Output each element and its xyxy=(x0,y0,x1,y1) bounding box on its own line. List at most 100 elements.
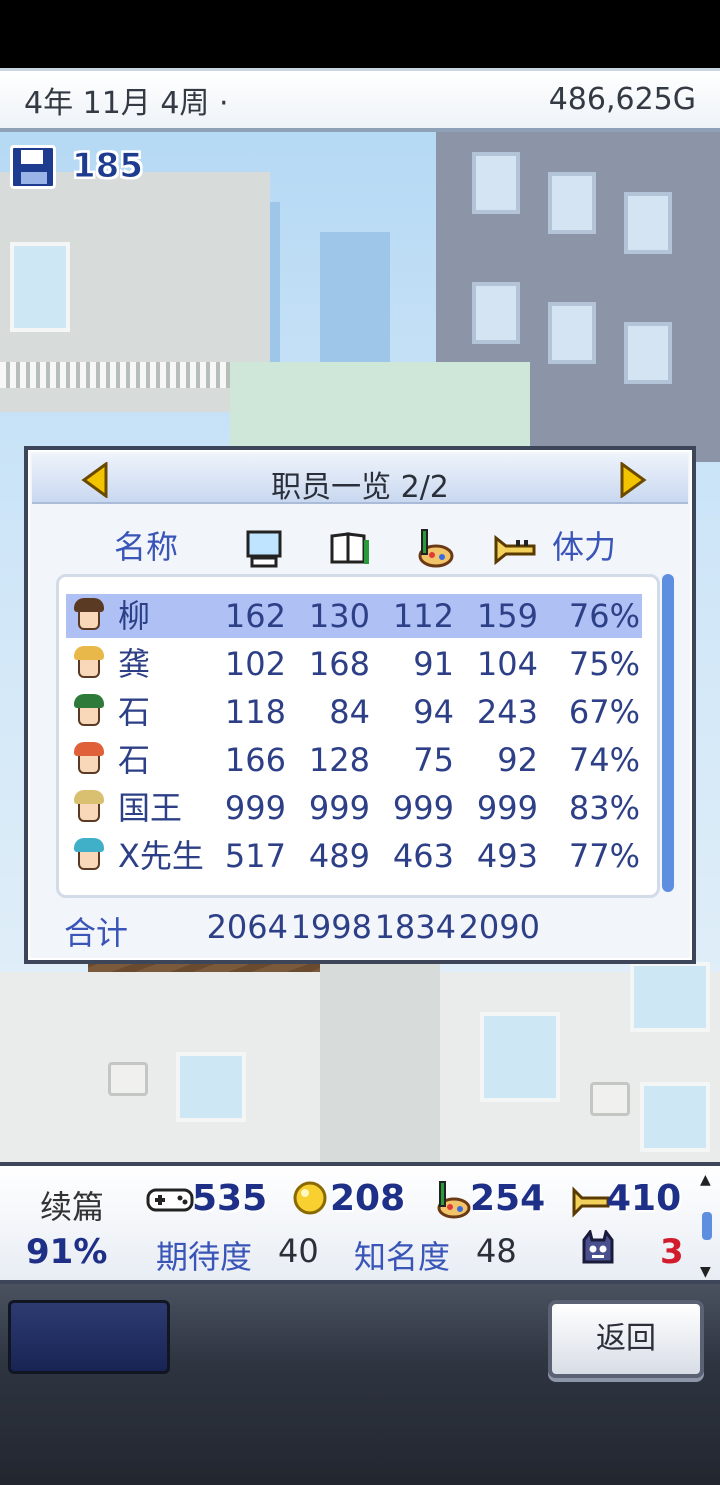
staff-row[interactable]: 龚 102 168 91 104 75% xyxy=(66,642,642,686)
creativity-value: 208 xyxy=(330,1178,406,1219)
footer-bar: 返回 xyxy=(0,1284,720,1485)
staff-avatar xyxy=(70,692,108,732)
staff-name: 龚 xyxy=(118,645,151,683)
stat-graphics: 463 xyxy=(392,837,454,875)
panel-title: 职员一览 2/2 xyxy=(271,470,449,505)
stat-programming: 118 xyxy=(224,693,286,731)
stat-stamina: 83% xyxy=(568,789,640,827)
menu-slot-button[interactable] xyxy=(8,1300,170,1374)
stat-scenario: 489 xyxy=(308,837,370,875)
info-scrollbar[interactable]: ▲ ▼ xyxy=(698,1172,714,1280)
staff-list-panel: 职员一览 2/2 名称 体力 柳 162 130 112 159 76% 龚 1… xyxy=(24,446,696,964)
air-conditioner xyxy=(108,1062,148,1096)
air-conditioner xyxy=(590,1082,630,1116)
expectation-label: 期待度 xyxy=(156,1238,253,1276)
staff-name: 柳 xyxy=(118,597,151,635)
bug-count: 3 xyxy=(660,1232,684,1272)
paint-brush-icon[interactable] xyxy=(412,526,456,570)
next-page-arrow-icon[interactable] xyxy=(618,462,648,498)
scroll-up-arrow-icon[interactable]: ▲ xyxy=(700,1172,711,1188)
column-header-stamina[interactable]: 体力 xyxy=(552,522,616,572)
stat-stamina: 76% xyxy=(568,597,640,635)
stat-sound: 104 xyxy=(476,645,538,683)
info-scroll-thumb[interactable] xyxy=(702,1212,712,1240)
building-window xyxy=(640,1082,710,1152)
stat-sound: 999 xyxy=(476,789,538,827)
column-header-name[interactable]: 名称 xyxy=(114,522,178,572)
staff-avatar xyxy=(70,836,108,876)
save-count: 185 xyxy=(72,146,144,187)
stat-scenario: 168 xyxy=(308,645,370,683)
list-scrollbar-thumb[interactable] xyxy=(662,574,674,892)
stat-graphics: 999 xyxy=(392,789,454,827)
staff-name: 石 xyxy=(118,741,151,779)
game-date: 4年 11月 4周 · xyxy=(24,85,229,121)
stat-programming: 102 xyxy=(224,645,286,683)
stat-scenario: 128 xyxy=(308,741,370,779)
staff-avatar xyxy=(70,596,108,636)
stat-graphics: 94 xyxy=(413,693,454,731)
building-column xyxy=(320,962,440,1162)
stat-sound: 493 xyxy=(476,837,538,875)
stat-sound: 92 xyxy=(497,741,538,779)
staff-row[interactable]: 石 118 84 94 243 67% xyxy=(66,690,642,734)
staff-avatar xyxy=(70,644,108,684)
fame-value: 48 xyxy=(476,1232,517,1270)
stat-graphics: 75 xyxy=(413,741,454,779)
floppy-disk-icon xyxy=(10,145,56,189)
trumpet-icon xyxy=(572,1180,610,1220)
stat-stamina: 75% xyxy=(568,645,640,683)
money-amount: 486,625G xyxy=(548,82,696,117)
book-icon[interactable] xyxy=(328,526,372,570)
expectation-value: 40 xyxy=(278,1232,319,1270)
building-window xyxy=(10,242,70,332)
gamepad-icon xyxy=(146,1180,194,1220)
staff-avatar xyxy=(70,788,108,828)
staff-name: 国王 xyxy=(118,789,183,827)
stat-graphics: 112 xyxy=(392,597,454,635)
green-roof xyxy=(230,362,530,452)
staff-avatar xyxy=(70,740,108,780)
stat-scenario: 84 xyxy=(329,693,370,731)
staff-row[interactable]: 柳 162 130 112 159 76% xyxy=(66,594,642,638)
building-window xyxy=(480,1012,560,1102)
trumpet-icon[interactable] xyxy=(494,526,538,570)
stat-programming: 162 xyxy=(224,597,286,635)
panel-header: 职员一览 2/2 xyxy=(32,454,688,505)
building-window xyxy=(176,1052,246,1122)
stat-programming: 999 xyxy=(224,789,286,827)
top-black-band xyxy=(0,0,720,68)
stat-stamina: 67% xyxy=(568,693,640,731)
progress-percent: 91% xyxy=(26,1232,108,1272)
bug-monster-icon xyxy=(580,1230,616,1268)
back-button[interactable]: 返回 xyxy=(548,1300,704,1378)
stat-scenario: 999 xyxy=(308,789,370,827)
date-money-bar: 4年 11月 4周 · 486,625G xyxy=(0,68,720,132)
total-label: 合计 xyxy=(64,914,129,952)
staff-name: 石 xyxy=(118,693,151,731)
computer-icon[interactable] xyxy=(242,526,286,570)
scroll-down-arrow-icon[interactable]: ▼ xyxy=(700,1264,711,1280)
stat-programming: 166 xyxy=(224,741,286,779)
stat-graphics: 91 xyxy=(413,645,454,683)
staff-row[interactable]: X先生 517 489 463 493 77% xyxy=(66,834,642,878)
staff-row[interactable]: 国王 999 999 999 999 83% xyxy=(66,786,642,830)
game-info-bar: 续篇 535 208 254 410 91% 期待度 40 知名度 48 3 ▲… xyxy=(0,1162,720,1284)
stat-sound: 243 xyxy=(476,693,538,731)
game-genre: 续篇 xyxy=(40,1188,105,1226)
stat-sound: 159 xyxy=(476,597,538,635)
stat-stamina: 77% xyxy=(568,837,640,875)
staff-row[interactable]: 石 166 128 75 92 74% xyxy=(66,738,642,782)
stat-scenario: 130 xyxy=(308,597,370,635)
fame-label: 知名度 xyxy=(354,1238,451,1276)
total-graphics: 1834 xyxy=(374,908,456,946)
sound-value: 410 xyxy=(606,1178,682,1219)
building-window xyxy=(630,962,710,1032)
stat-programming: 517 xyxy=(224,837,286,875)
graphics-value: 254 xyxy=(470,1178,546,1219)
lightbulb-icon xyxy=(290,1180,330,1220)
fun-value: 535 xyxy=(192,1178,268,1219)
total-programming: 2064 xyxy=(206,908,288,946)
total-scenario: 1998 xyxy=(290,908,372,946)
total-sound: 2090 xyxy=(458,908,540,946)
